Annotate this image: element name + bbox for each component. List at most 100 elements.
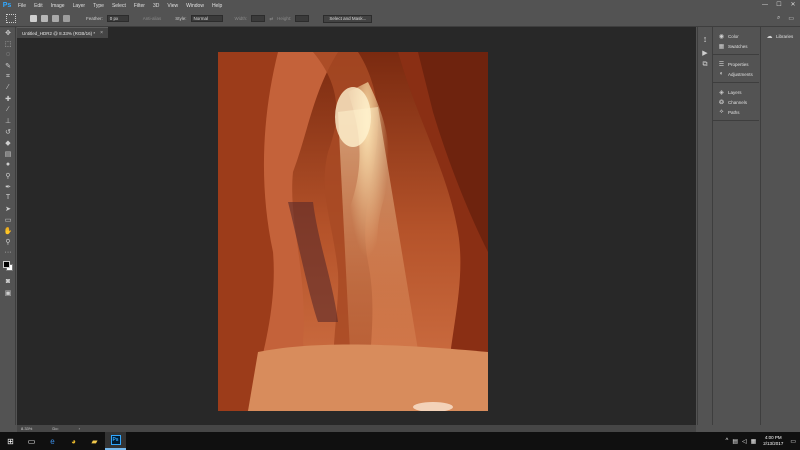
options-right-icons: ⌕ ▭ xyxy=(777,15,794,22)
info-panel-icon[interactable]: ⧉ xyxy=(698,59,712,71)
panel-layers[interactable]: ◈ Layers xyxy=(713,87,759,97)
antialias-checkbox[interactable]: Anti-alias xyxy=(143,16,162,21)
system-tray: ^ ▤ ◁ ▦ 4:00 PM 2/13/2017 ▭ xyxy=(726,432,797,450)
foreground-color-swatch[interactable] xyxy=(3,261,10,268)
menu-image[interactable]: Image xyxy=(47,3,69,9)
feather-input[interactable]: 0 px xyxy=(106,15,129,22)
menu-layer[interactable]: Layer xyxy=(69,3,90,9)
clock[interactable]: 4:00 PM 2/13/2017 xyxy=(760,435,786,447)
path-select-tool-icon[interactable]: ➤ xyxy=(0,203,16,214)
panel-label: Adjustments xyxy=(728,71,753,77)
menu-3d[interactable]: 3D xyxy=(149,3,163,9)
antelope-canyon-photo xyxy=(218,52,488,411)
menu-select[interactable]: Select xyxy=(108,3,130,9)
language-icon[interactable]: ▦ xyxy=(751,438,757,445)
swap-dimensions-icon[interactable]: ⇄ xyxy=(269,16,273,22)
options-bar: Feather: 0 px Anti-alias Style: Normal W… xyxy=(0,11,800,27)
menu-type[interactable]: Type xyxy=(89,3,108,9)
edge-browser-icon[interactable]: e xyxy=(42,432,63,450)
network-icon[interactable]: ▤ xyxy=(732,438,738,445)
select-and-mask-button[interactable]: Select and Mask... xyxy=(323,14,373,23)
actions-play-icon[interactable]: ▶ xyxy=(698,47,712,59)
type-tool-icon[interactable]: T xyxy=(0,192,16,203)
zoom-tool-icon[interactable]: ⚲ xyxy=(0,236,16,247)
height-label: Height: xyxy=(277,16,292,21)
quick-mask-icon[interactable]: ◙ xyxy=(0,276,16,287)
more-tools-icon[interactable]: ··· xyxy=(0,247,16,258)
menu-file[interactable]: File xyxy=(14,3,30,9)
clock-date: 2/13/2017 xyxy=(763,441,784,446)
clone-stamp-tool-icon[interactable]: ⊥ xyxy=(0,115,16,126)
canvas-image[interactable] xyxy=(218,52,488,411)
menu-window[interactable]: Window xyxy=(182,3,208,9)
crop-tool-icon[interactable]: ⌗ xyxy=(0,71,16,82)
panel-paths[interactable]: ⟡ Paths xyxy=(713,107,759,117)
lasso-tool-icon[interactable]: ◌ xyxy=(0,49,16,60)
width-input[interactable] xyxy=(251,15,266,22)
dodge-tool-icon[interactable]: ⚲ xyxy=(0,170,16,181)
document-tab[interactable]: Untitled_HDR2 @ 8.33% (RGB/16) * × xyxy=(17,27,109,38)
photoshop-logo-icon[interactable]: Ps xyxy=(0,0,14,11)
brush-tool-icon[interactable]: ∕ xyxy=(0,104,16,115)
close-window-button[interactable]: ✕ xyxy=(786,0,800,11)
close-tab-icon[interactable]: × xyxy=(100,30,103,36)
eraser-tool-icon[interactable]: ◆ xyxy=(0,137,16,148)
subtract-selection-icon[interactable] xyxy=(52,15,59,22)
gradient-tool-icon[interactable]: ▤ xyxy=(0,148,16,159)
eyedropper-tool-icon[interactable]: ⁄ xyxy=(0,82,16,93)
blur-tool-icon[interactable]: ● xyxy=(0,159,16,170)
height-input[interactable] xyxy=(295,15,310,22)
history-panel-icon[interactable]: ⟟ xyxy=(698,35,712,47)
file-explorer-icon[interactable]: ▰ xyxy=(84,432,105,450)
healing-brush-tool-icon[interactable]: ✚ xyxy=(0,93,16,104)
zoom-level[interactable]: 8.33% xyxy=(21,426,32,431)
panel-adjustments[interactable]: ◐ Adjustments xyxy=(713,69,759,79)
doc-size[interactable]: Do: xyxy=(52,426,58,431)
notifications-icon[interactable]: ▭ xyxy=(790,438,796,445)
menu-bar: Ps File Edit Image Layer Type Select Fil… xyxy=(0,0,800,11)
search-icon[interactable]: ⌕ xyxy=(777,15,780,22)
color-swatches[interactable] xyxy=(0,258,16,276)
tray-chevron-icon[interactable]: ^ xyxy=(726,438,729,444)
style-select[interactable]: Normal xyxy=(190,15,223,22)
screen-mode-icon[interactable]: ▣ xyxy=(0,287,16,298)
hand-tool-icon[interactable]: ✋ xyxy=(0,225,16,236)
add-selection-icon[interactable] xyxy=(41,15,48,22)
task-view-icon[interactable]: ▭ xyxy=(21,432,42,450)
menu-filter[interactable]: Filter xyxy=(130,3,149,9)
panel-swatches[interactable]: ▦ Swatches xyxy=(713,41,759,51)
new-selection-icon[interactable] xyxy=(30,15,37,22)
panel-properties[interactable]: ☰ Properties xyxy=(713,59,759,69)
panel-group-properties: ☰ Properties ◐ Adjustments xyxy=(713,55,759,83)
panel-libraries[interactable]: ☁ Libraries xyxy=(761,31,800,41)
status-arrow-icon[interactable]: › xyxy=(79,426,80,431)
layers-stack-icon: ◈ xyxy=(719,89,724,96)
marquee-tool-icon[interactable]: ⬚ xyxy=(0,38,16,49)
photoshop-taskbar-icon[interactable]: Ps xyxy=(105,432,126,450)
minimize-button[interactable]: — xyxy=(758,0,772,11)
maximize-button[interactable]: ☐ xyxy=(772,0,786,11)
panel-channels[interactable]: ❂ Channels xyxy=(713,97,759,107)
windows-taskbar: ⊞ ▭ e ◕ ▰ Ps ^ ▤ ◁ ▦ 4:00 PM 2/13/2017 ▭ xyxy=(0,432,800,450)
color-wheel-icon: ◉ xyxy=(718,33,725,40)
adjustments-icon: ◐ xyxy=(719,71,724,77)
windows-start-icon[interactable]: ⊞ xyxy=(0,432,21,450)
window-controls: — ☐ ✕ xyxy=(758,0,800,11)
pen-tool-icon[interactable]: ✒ xyxy=(0,181,16,192)
menu-edit[interactable]: Edit xyxy=(30,3,47,9)
chrome-icon[interactable]: ◕ xyxy=(63,432,84,450)
workspace-icon[interactable]: ▭ xyxy=(788,15,794,22)
menu-help[interactable]: Help xyxy=(208,3,226,9)
width-label: Width: xyxy=(234,16,248,21)
panel-color[interactable]: ◉ Color xyxy=(713,31,759,41)
panel-label: Properties xyxy=(728,61,749,67)
volume-icon[interactable]: ◁ xyxy=(742,438,747,445)
move-tool-icon[interactable]: ✥ xyxy=(0,27,16,38)
history-brush-tool-icon[interactable]: ↺ xyxy=(0,126,16,137)
marquee-preset-icon[interactable] xyxy=(6,14,16,23)
quick-select-tool-icon[interactable]: ✎ xyxy=(0,60,16,71)
menu-view[interactable]: View xyxy=(163,3,182,9)
intersect-selection-icon[interactable] xyxy=(63,15,70,22)
rectangle-tool-icon[interactable]: ▭ xyxy=(0,214,16,225)
tools-panel: ✥ ⬚ ◌ ✎ ⌗ ⁄ ✚ ∕ ⊥ ↺ ◆ ▤ ● ⚲ ✒ T ➤ ▭ ✋ ⚲ … xyxy=(0,27,16,425)
